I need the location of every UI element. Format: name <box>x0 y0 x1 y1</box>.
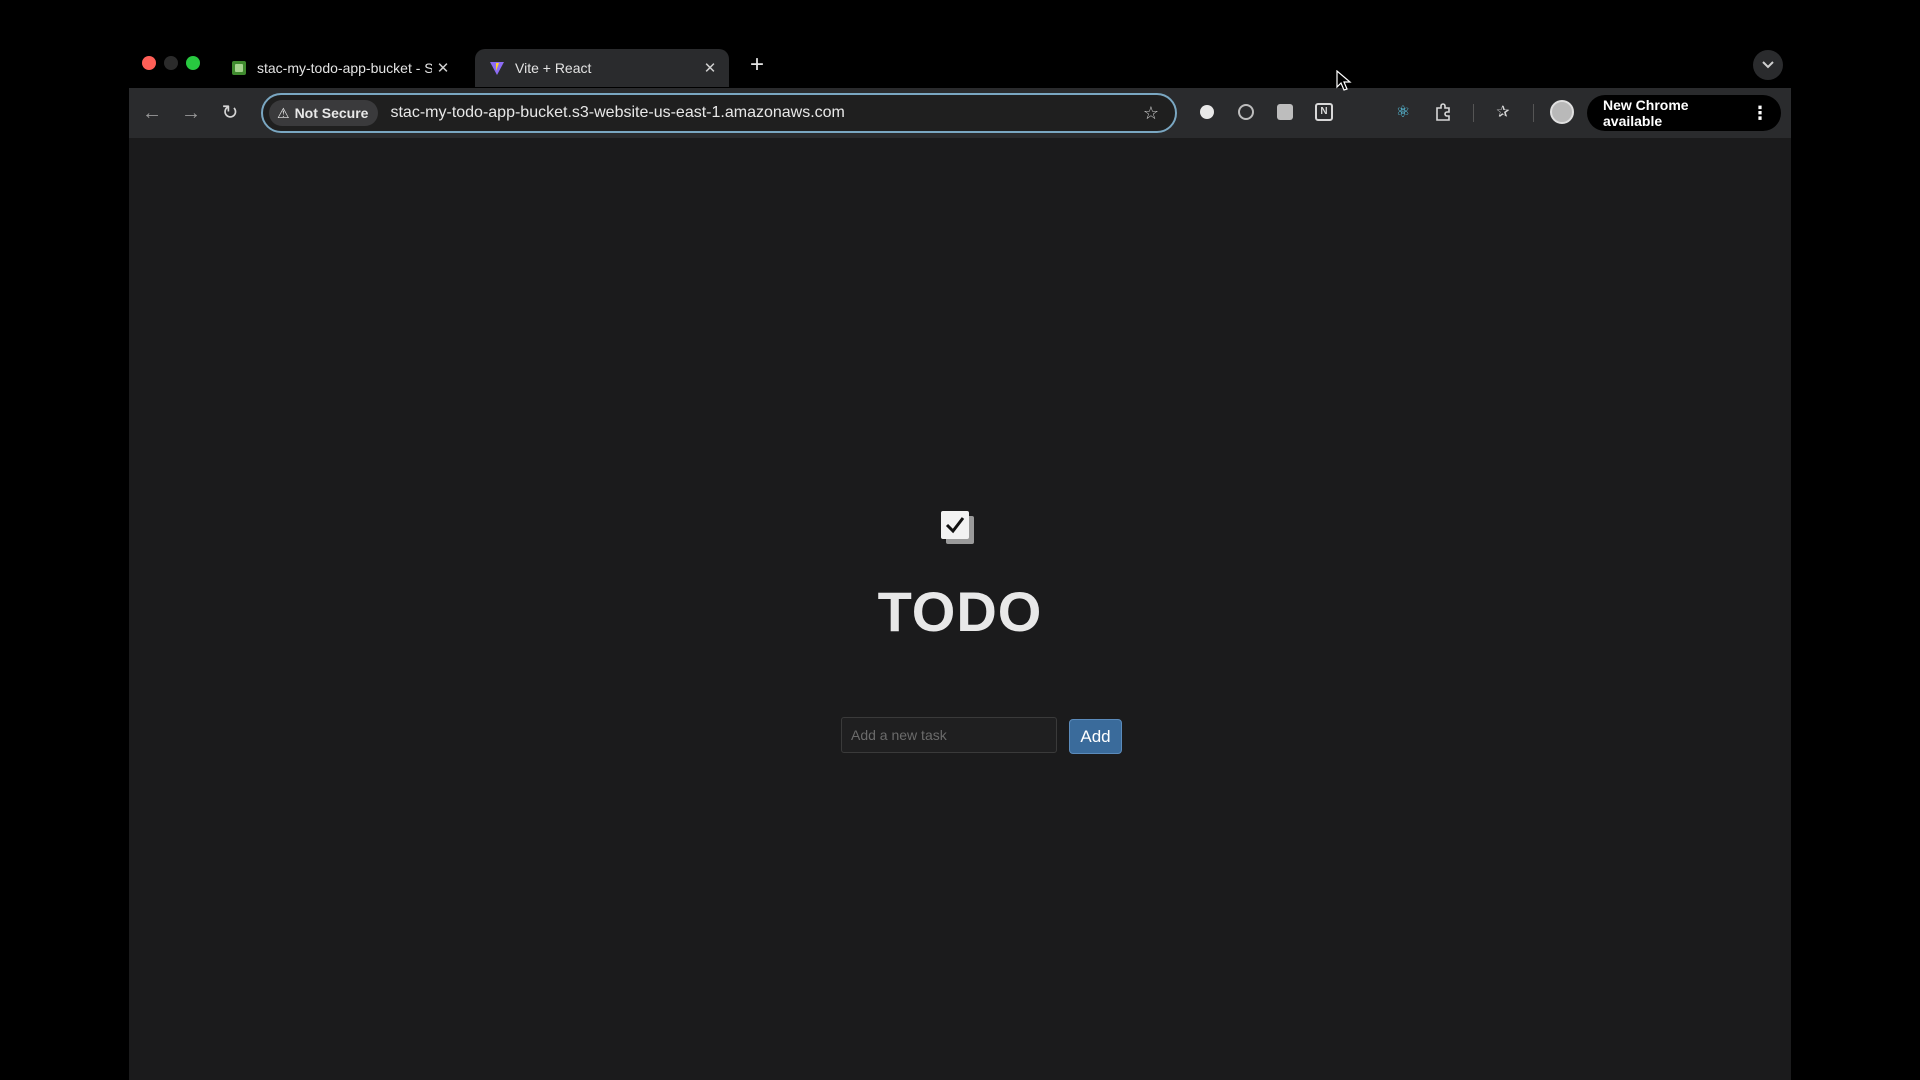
toolbar-divider <box>1533 104 1534 122</box>
checkbox-checked-icon <box>941 511 974 544</box>
new-task-input[interactable] <box>841 717 1057 753</box>
url-text[interactable]: stac-my-todo-app-bucket.s3-website-us-ea… <box>390 104 1137 122</box>
address-bar[interactable]: ⚠ Not Secure stac-my-todo-app-bucket.s3-… <box>261 93 1177 133</box>
warning-icon: ⚠ <box>277 104 290 121</box>
minimize-window-button[interactable] <box>164 56 178 70</box>
s3-bucket-icon <box>231 60 247 76</box>
browser-toolbar: ← → ↻ ⚠ Not Secure stac-my-todo-app-buck… <box>129 88 1791 138</box>
back-arrow-icon[interactable]: ← <box>139 100 165 126</box>
page-title: TODO <box>877 580 1043 643</box>
bookmark-star-icon[interactable]: ☆ <box>1137 103 1165 124</box>
page-content: TODO Add <box>129 138 1791 1080</box>
tab-vite-react[interactable]: Vite + React ✕ <box>475 49 729 87</box>
forward-arrow-icon[interactable]: → <box>178 100 204 126</box>
tab-strip: stac-my-todo-app-bucket - S ✕ Vite + Rea… <box>129 44 1791 88</box>
plus-icon[interactable]: + <box>743 51 771 79</box>
toolbar-divider <box>1473 104 1474 122</box>
bookmarks-star-icon[interactable]: ✰ <box>1491 100 1515 124</box>
security-indicator[interactable]: ⚠ Not Secure <box>269 100 379 126</box>
reload-icon[interactable]: ↻ <box>217 100 243 126</box>
extension-notion-icon[interactable]: N <box>1312 100 1336 124</box>
extension-tool-icon[interactable] <box>1273 100 1297 124</box>
extensions-puzzle-icon[interactable] <box>1431 100 1455 124</box>
update-label: New Chrome available <box>1603 97 1689 129</box>
extension-dark-mode-icon[interactable] <box>1195 100 1219 124</box>
vite-icon <box>489 60 505 76</box>
more-menu-icon[interactable]: ⋮ <box>1751 103 1769 124</box>
chrome-update-button[interactable]: New Chrome available ⋮ <box>1587 95 1781 131</box>
browser-window: stac-my-todo-app-bucket - S ✕ Vite + Rea… <box>129 44 1791 1080</box>
chevron-down-icon[interactable] <box>1753 50 1783 80</box>
add-task-button[interactable]: Add <box>1069 719 1122 754</box>
maximize-window-button[interactable] <box>186 56 200 70</box>
close-tab-icon[interactable]: ✕ <box>432 59 454 77</box>
close-tab-icon[interactable]: ✕ <box>699 59 721 77</box>
tab-title: stac-my-todo-app-bucket - S <box>257 60 432 76</box>
mouse-cursor-icon <box>1336 70 1352 91</box>
tab-title: Vite + React <box>515 60 592 76</box>
extension-record-icon[interactable] <box>1234 100 1258 124</box>
extension-react-devtools-icon[interactable]: ⚛ <box>1391 100 1415 124</box>
profile-avatar[interactable] <box>1550 100 1574 124</box>
close-window-button[interactable] <box>142 56 156 70</box>
security-label: Not Secure <box>294 105 369 121</box>
tab-s3-bucket[interactable]: stac-my-todo-app-bucket - S ✕ <box>217 49 462 87</box>
